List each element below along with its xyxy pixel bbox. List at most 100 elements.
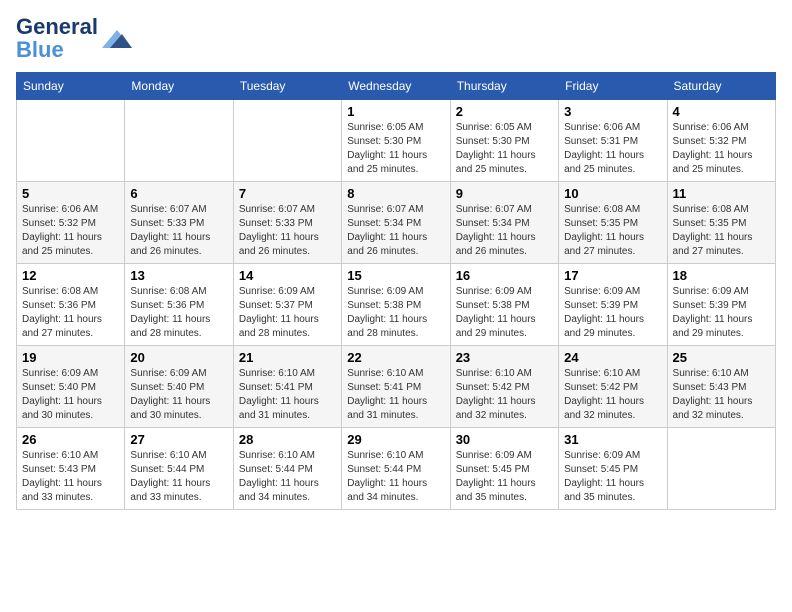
- day-number: 11: [673, 186, 770, 201]
- day-info: Sunrise: 6:10 AM Sunset: 5:41 PM Dayligh…: [347, 367, 444, 423]
- calendar-table: SundayMondayTuesdayWednesdayThursdayFrid…: [16, 72, 776, 510]
- calendar-cell: 18 Sunrise: 6:09 AM Sunset: 5:39 PM Dayli…: [667, 264, 775, 346]
- calendar-cell: 13 Sunrise: 6:08 AM Sunset: 5:36 PM Dayli…: [125, 264, 233, 346]
- day-info: Sunrise: 6:09 AM Sunset: 5:39 PM Dayligh…: [564, 285, 661, 341]
- day-info: Sunrise: 6:10 AM Sunset: 5:43 PM Dayligh…: [22, 449, 119, 505]
- day-info: Sunrise: 6:09 AM Sunset: 5:37 PM Dayligh…: [239, 285, 336, 341]
- calendar-cell: 23 Sunrise: 6:10 AM Sunset: 5:42 PM Dayli…: [450, 346, 558, 428]
- calendar-cell: 5 Sunrise: 6:06 AM Sunset: 5:32 PM Daylig…: [17, 182, 125, 264]
- day-info: Sunrise: 6:08 AM Sunset: 5:36 PM Dayligh…: [130, 285, 227, 341]
- calendar-cell: 20Sunrise: 6:09 AM Sunset: 5:40 PM Dayli…: [125, 346, 233, 428]
- header-sunday: Sunday: [17, 73, 125, 100]
- header-friday: Friday: [559, 73, 667, 100]
- day-number: 21: [239, 350, 336, 365]
- page-header: General Blue: [16, 16, 776, 62]
- header-tuesday: Tuesday: [233, 73, 341, 100]
- calendar-cell: 16 Sunrise: 6:09 AM Sunset: 5:38 PM Dayli…: [450, 264, 558, 346]
- calendar-cell: 19 Sunrise: 6:09 AM Sunset: 5:40 PM Dayli…: [17, 346, 125, 428]
- calendar-cell: 28Sunrise: 6:10 AM Sunset: 5:44 PM Dayli…: [233, 428, 341, 510]
- day-info: Sunrise: 6:06 AM Sunset: 5:32 PM Dayligh…: [673, 121, 770, 177]
- calendar-cell: 17Sunrise: 6:09 AM Sunset: 5:39 PM Dayli…: [559, 264, 667, 346]
- logo: General Blue: [16, 16, 132, 62]
- logo-general: General: [16, 14, 98, 39]
- calendar-cell: 29Sunrise: 6:10 AM Sunset: 5:44 PM Dayli…: [342, 428, 450, 510]
- day-info: Sunrise: 6:07 AM Sunset: 5:34 PM Dayligh…: [456, 203, 553, 259]
- day-info: Sunrise: 6:09 AM Sunset: 5:38 PM Dayligh…: [456, 285, 553, 341]
- day-number: 25: [673, 350, 770, 365]
- day-number: 8: [347, 186, 444, 201]
- calendar-cell: 7 Sunrise: 6:07 AM Sunset: 5:33 PM Daylig…: [233, 182, 341, 264]
- calendar-cell: 11 Sunrise: 6:08 AM Sunset: 5:35 PM Dayli…: [667, 182, 775, 264]
- day-info: Sunrise: 6:10 AM Sunset: 5:43 PM Dayligh…: [673, 367, 770, 423]
- day-number: 15: [347, 268, 444, 283]
- day-info: Sunrise: 6:07 AM Sunset: 5:33 PM Dayligh…: [239, 203, 336, 259]
- calendar-cell: 10 Sunrise: 6:08 AM Sunset: 5:35 PM Dayli…: [559, 182, 667, 264]
- day-info: Sunrise: 6:09 AM Sunset: 5:39 PM Dayligh…: [673, 285, 770, 341]
- day-number: 2: [456, 104, 553, 119]
- day-info: Sunrise: 6:09 AM Sunset: 5:45 PM Dayligh…: [456, 449, 553, 505]
- day-number: 14: [239, 268, 336, 283]
- day-info: Sunrise: 6:09 AM Sunset: 5:38 PM Dayligh…: [347, 285, 444, 341]
- day-info: Sunrise: 6:10 AM Sunset: 5:44 PM Dayligh…: [130, 449, 227, 505]
- day-number: 16: [456, 268, 553, 283]
- day-number: 13: [130, 268, 227, 283]
- day-number: 7: [239, 186, 336, 201]
- logo-blue: Blue: [16, 37, 64, 62]
- calendar-cell: 31Sunrise: 6:09 AM Sunset: 5:45 PM Dayli…: [559, 428, 667, 510]
- day-info: Sunrise: 6:06 AM Sunset: 5:32 PM Dayligh…: [22, 203, 119, 259]
- calendar-cell: 2Sunrise: 6:05 AM Sunset: 5:30 PM Daylig…: [450, 100, 558, 182]
- header-saturday: Saturday: [667, 73, 775, 100]
- day-number: 23: [456, 350, 553, 365]
- day-info: Sunrise: 6:09 AM Sunset: 5:45 PM Dayligh…: [564, 449, 661, 505]
- day-number: 27: [130, 432, 227, 447]
- day-number: 9: [456, 186, 553, 201]
- calendar-cell: 4 Sunrise: 6:06 AM Sunset: 5:32 PM Daylig…: [667, 100, 775, 182]
- day-number: 5: [22, 186, 119, 201]
- day-info: Sunrise: 6:10 AM Sunset: 5:41 PM Dayligh…: [239, 367, 336, 423]
- day-number: 29: [347, 432, 444, 447]
- calendar-cell: 14 Sunrise: 6:09 AM Sunset: 5:37 PM Dayli…: [233, 264, 341, 346]
- calendar-cell: 24 Sunrise: 6:10 AM Sunset: 5:42 PM Dayli…: [559, 346, 667, 428]
- calendar-cell: 1 Sunrise: 6:05 AM Sunset: 5:30 PM Daylig…: [342, 100, 450, 182]
- day-number: 10: [564, 186, 661, 201]
- calendar-cell: 8 Sunrise: 6:07 AM Sunset: 5:34 PM Daylig…: [342, 182, 450, 264]
- day-info: Sunrise: 6:07 AM Sunset: 5:33 PM Dayligh…: [130, 203, 227, 259]
- day-number: 24: [564, 350, 661, 365]
- calendar-week-4: 19 Sunrise: 6:09 AM Sunset: 5:40 PM Dayli…: [17, 346, 776, 428]
- day-number: 1: [347, 104, 444, 119]
- calendar-cell: 6Sunrise: 6:07 AM Sunset: 5:33 PM Daylig…: [125, 182, 233, 264]
- calendar-cell: [17, 100, 125, 182]
- calendar-cell: [667, 428, 775, 510]
- day-info: Sunrise: 6:05 AM Sunset: 5:30 PM Dayligh…: [347, 121, 444, 177]
- day-number: 19: [22, 350, 119, 365]
- calendar-week-3: 12Sunrise: 6:08 AM Sunset: 5:36 PM Dayli…: [17, 264, 776, 346]
- day-info: Sunrise: 6:09 AM Sunset: 5:40 PM Dayligh…: [130, 367, 227, 423]
- calendar-cell: 27 Sunrise: 6:10 AM Sunset: 5:44 PM Dayli…: [125, 428, 233, 510]
- calendar-cell: 21 Sunrise: 6:10 AM Sunset: 5:41 PM Dayli…: [233, 346, 341, 428]
- calendar-cell: 15 Sunrise: 6:09 AM Sunset: 5:38 PM Dayli…: [342, 264, 450, 346]
- day-number: 28: [239, 432, 336, 447]
- day-info: Sunrise: 6:10 AM Sunset: 5:42 PM Dayligh…: [456, 367, 553, 423]
- calendar-cell: 12Sunrise: 6:08 AM Sunset: 5:36 PM Dayli…: [17, 264, 125, 346]
- day-info: Sunrise: 6:08 AM Sunset: 5:35 PM Dayligh…: [564, 203, 661, 259]
- calendar-cell: 30Sunrise: 6:09 AM Sunset: 5:45 PM Dayli…: [450, 428, 558, 510]
- calendar-cell: 22 Sunrise: 6:10 AM Sunset: 5:41 PM Dayli…: [342, 346, 450, 428]
- calendar-week-5: 26Sunrise: 6:10 AM Sunset: 5:43 PM Dayli…: [17, 428, 776, 510]
- calendar-cell: [233, 100, 341, 182]
- header-thursday: Thursday: [450, 73, 558, 100]
- calendar-header-row: SundayMondayTuesdayWednesdayThursdayFrid…: [17, 73, 776, 100]
- day-number: 22: [347, 350, 444, 365]
- day-number: 4: [673, 104, 770, 119]
- day-info: Sunrise: 6:07 AM Sunset: 5:34 PM Dayligh…: [347, 203, 444, 259]
- day-number: 3: [564, 104, 661, 119]
- day-info: Sunrise: 6:10 AM Sunset: 5:42 PM Dayligh…: [564, 367, 661, 423]
- logo-icon: [102, 30, 132, 48]
- calendar-cell: 3Sunrise: 6:06 AM Sunset: 5:31 PM Daylig…: [559, 100, 667, 182]
- day-info: Sunrise: 6:09 AM Sunset: 5:40 PM Dayligh…: [22, 367, 119, 423]
- day-number: 18: [673, 268, 770, 283]
- calendar-cell: 25 Sunrise: 6:10 AM Sunset: 5:43 PM Dayli…: [667, 346, 775, 428]
- day-info: Sunrise: 6:08 AM Sunset: 5:36 PM Dayligh…: [22, 285, 119, 341]
- day-info: Sunrise: 6:08 AM Sunset: 5:35 PM Dayligh…: [673, 203, 770, 259]
- calendar-cell: [125, 100, 233, 182]
- calendar-week-1: 1 Sunrise: 6:05 AM Sunset: 5:30 PM Daylig…: [17, 100, 776, 182]
